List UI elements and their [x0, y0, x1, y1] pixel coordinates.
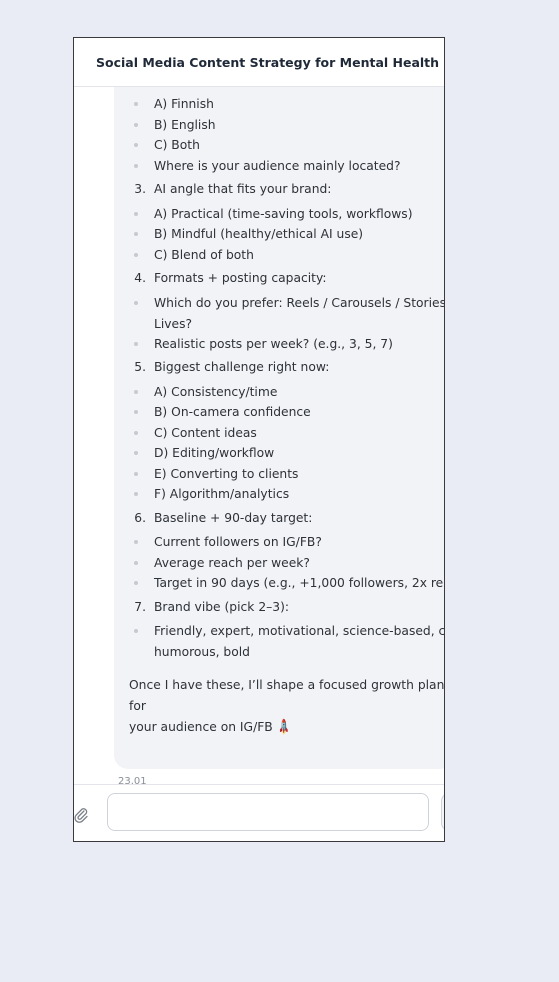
chat-header: Social Media Content Strategy for Mental… — [74, 38, 444, 87]
bullet-dot — [134, 212, 138, 216]
list-item-text: A) Finnish — [154, 97, 214, 111]
list-item-text: F) Algorithm/analytics — [154, 487, 290, 501]
bullet-dot — [134, 253, 138, 257]
closing-line-2: your audience on IG/FB — [129, 720, 273, 734]
list-item-text: Which do you prefer: Reels / Carousels /… — [154, 296, 444, 310]
list-number: 3. — [134, 182, 146, 196]
bullet-dot — [134, 540, 138, 544]
chat-title: Social Media Content Strategy for Mental… — [96, 54, 444, 70]
bullet-dot — [134, 164, 138, 168]
bullet-dot — [134, 342, 138, 346]
list-item-text: Target in 90 days (e.g., +1,000 follower… — [154, 576, 444, 590]
bullet-dot — [134, 629, 138, 633]
assistant-message-bubble: Once I have these, I’ll shape a focused … — [114, 87, 444, 769]
list-item-text: Realistic posts per week? (e.g., 3, 5, 7… — [154, 337, 393, 351]
list-item-text: E) Converting to clients — [154, 467, 299, 481]
closing-paragraph: Once I have these, I’ll shape a focused … — [129, 675, 444, 738]
bullet-dot — [134, 301, 138, 305]
list-item-text: Brand vibe (pick 2–3): — [154, 600, 290, 614]
list-item-text: AI angle that fits your brand: — [154, 182, 332, 196]
bullet-dot — [134, 431, 138, 435]
composer — [74, 784, 444, 841]
chat-window: Social Media Content Strategy for Mental… — [73, 37, 445, 842]
list-item-text: Current followers on IG/FB? — [154, 535, 322, 549]
list-number: 7. — [134, 600, 146, 614]
list-item-text: A) Practical (time-saving tools, workflo… — [154, 207, 413, 221]
bullet-dot — [134, 451, 138, 455]
list-item-text: D) Editing/workflow — [154, 446, 275, 460]
bullet-dot — [134, 232, 138, 236]
paperclip-icon[interactable] — [74, 807, 90, 825]
bullet-dot — [134, 410, 138, 414]
list-item-text: Biggest challenge right now: — [154, 360, 330, 374]
list-item-text: C) Both — [154, 138, 200, 152]
bullet-dot — [134, 472, 138, 476]
list-item-text: B) On-camera confidence — [154, 405, 311, 419]
closing-line-1: Once I have these, I’ll shape a focused … — [129, 678, 444, 713]
list-item-text: B) English — [154, 118, 216, 132]
rocket-icon: 🚀 — [274, 718, 293, 737]
list-number: 6. — [134, 511, 146, 525]
list-item-text: Where is your audience mainly located? — [154, 159, 401, 173]
list-item-text-continued: humorous, bold — [154, 644, 250, 659]
list-item-text: C) Blend of both — [154, 248, 254, 262]
list-item-text: Baseline + 90-day target: — [154, 511, 313, 525]
list-item-text: Average reach per week? — [154, 556, 310, 570]
list-item-text-continued: Lives? — [154, 316, 193, 331]
send-button[interactable] — [441, 793, 444, 831]
list-number: 5. — [134, 360, 146, 374]
bullet-dot — [134, 492, 138, 496]
list-item-text: Formats + posting capacity: — [154, 271, 327, 285]
list-item-text: C) Content ideas — [154, 426, 257, 440]
bullet-dot — [134, 390, 138, 394]
list-item-text: A) Consistency/time — [154, 385, 278, 399]
bullet-dot — [134, 102, 138, 106]
bullet-dot — [134, 561, 138, 565]
bullet-dot — [134, 581, 138, 585]
message-list[interactable]: Once I have these, I’ll shape a focused … — [74, 87, 444, 784]
bullet-dot — [134, 143, 138, 147]
bullet-dot — [134, 123, 138, 127]
list-item-text: B) Mindful (healthy/ethical AI use) — [154, 227, 364, 241]
list-number: 4. — [134, 271, 146, 285]
message-timestamp: 23.01 — [118, 776, 147, 784]
list-item-text: Friendly, expert, motivational, science-… — [154, 624, 444, 638]
message-input[interactable] — [107, 793, 429, 831]
